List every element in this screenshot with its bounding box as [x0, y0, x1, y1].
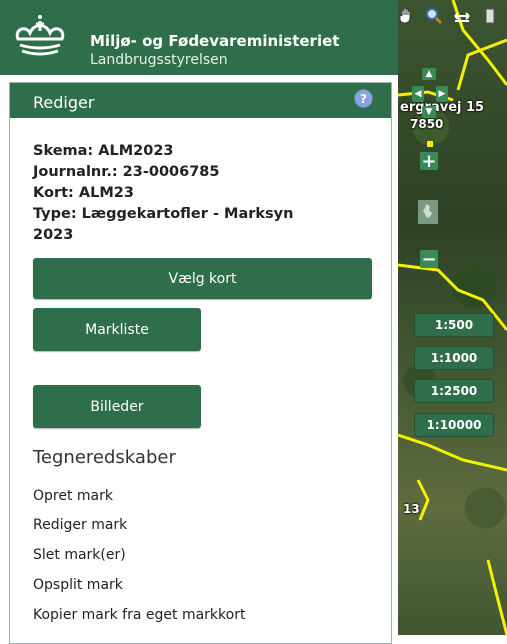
road-label: ergravej 15	[400, 100, 485, 115]
type-text: Type: Læggekartofler - Marksyn	[33, 206, 294, 222]
field-list-button[interactable]: Markliste	[33, 308, 201, 351]
magnifier-icon[interactable]	[424, 6, 444, 26]
choose-map-button[interactable]: Vælg kort	[33, 258, 372, 299]
layers-icon[interactable]	[480, 6, 500, 26]
split-field-link[interactable]: Opsplit mark	[33, 577, 123, 593]
scale-button-500[interactable]: 1:500	[414, 313, 494, 337]
panel-header: Rediger ?	[10, 83, 391, 118]
pan-right-button[interactable]: ▶	[436, 86, 448, 102]
app-header: Miljø- og Fødevareministeriet Landbrugss…	[0, 0, 398, 75]
crown-logo-icon	[8, 13, 72, 69]
panel-title: Rediger	[33, 93, 95, 112]
edit-field-link[interactable]: Rediger mark	[33, 517, 127, 533]
pan-down-button[interactable]: ▼	[422, 106, 436, 118]
road-number-label: 7850	[410, 117, 444, 131]
journal-number-text: Journalnr.: 23-0006785	[33, 164, 220, 180]
create-field-link[interactable]: Opret mark	[33, 488, 113, 504]
pan-left-button[interactable]: ◀	[412, 86, 424, 102]
edit-panel: Rediger ? Skema: ALM2023 Journalnr.: 23-…	[9, 82, 392, 644]
ministry-name: Miljø- og Fødevareministeriet	[90, 32, 340, 50]
delete-fields-link[interactable]: Slet mark(er)	[33, 547, 126, 563]
schema-text: Skema: ALM2023	[33, 143, 174, 159]
copy-field-link[interactable]: Kopier mark fra eget markkort	[33, 607, 245, 623]
pan-up-button[interactable]: ▲	[422, 68, 436, 80]
zoom-slider-thumb[interactable]	[418, 200, 438, 224]
zoom-in-button[interactable]: +	[420, 151, 438, 172]
question-circle-icon[interactable]: ?	[354, 89, 373, 108]
zoom-out-button[interactable]: −	[420, 249, 438, 270]
zoom-slider-marker	[427, 141, 433, 147]
scale-button-2500[interactable]: 1:2500	[414, 379, 494, 403]
map-text: Kort: ALM23	[33, 185, 134, 201]
parcel-label: 13	[403, 502, 420, 516]
drawing-tools-heading: Tegneredskaber	[33, 447, 176, 468]
hand-pan-icon[interactable]	[396, 6, 416, 26]
type-year-text: 2023	[33, 227, 74, 243]
agency-name: Landbrugsstyrelsen	[90, 52, 228, 68]
scale-button-1000[interactable]: 1:1000	[414, 346, 494, 370]
measure-icon[interactable]	[452, 6, 472, 26]
scale-button-10000[interactable]: 1:10000	[414, 413, 494, 437]
images-button[interactable]: Billeder	[33, 385, 201, 428]
